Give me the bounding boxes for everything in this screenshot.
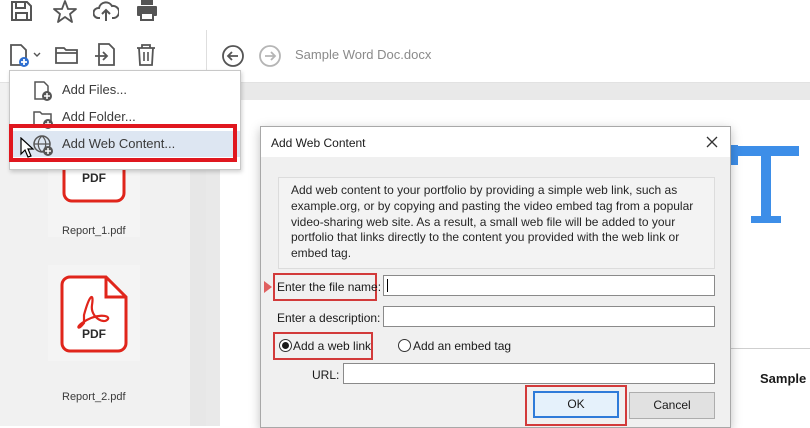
text-caret [387,279,388,292]
back-arrow-icon[interactable] [221,44,245,68]
doc-rule [725,348,810,349]
pdf-badge: PDF [82,327,106,341]
folder-icon[interactable] [53,41,81,69]
star-icon[interactable] [52,0,78,26]
document-title: Sample Word Doc.docx [295,47,432,62]
pointer-arrow-icon [264,281,272,293]
file-name-input[interactable] [383,275,715,296]
add-file-icon [32,80,54,102]
url-input[interactable] [343,363,715,384]
forward-arrow-icon[interactable] [258,44,282,68]
embed-tag-label[interactable]: Add an embed tag [413,339,511,353]
file-card[interactable]: PDF [48,265,140,361]
file-name: Report_2.pdf [62,391,126,403]
description-label: Enter a description: [277,311,381,325]
print-icon[interactable] [134,0,160,26]
save-icon[interactable] [8,0,34,26]
radio-selected-dot [282,342,289,349]
file-name: Report_1.pdf [62,225,126,237]
description-input[interactable] [383,306,715,327]
web-link-label[interactable]: Add a web link [293,339,371,353]
add-file-menu-icon[interactable] [8,41,42,69]
url-label: URL: [312,368,340,382]
menu-item-label: Add Files... [62,82,128,97]
file-name-label: Enter the file name: [277,280,382,294]
extract-icon[interactable] [92,41,120,69]
menu-item-add-files[interactable]: Add Files... [10,77,240,103]
dialog-description: Add web content to your portfolio by pro… [291,183,694,261]
highlight-box [9,124,237,162]
embed-tag-radio[interactable] [398,339,411,352]
add-web-content-dialog: Add Web Content Add web content to your … [260,126,731,428]
upload-icon[interactable] [93,0,119,26]
pdf-badge: PDF [82,171,106,185]
pdf-file-icon [60,275,128,353]
doc-heading-glyph [725,143,810,223]
top-toolbar [0,0,810,30]
dialog-description-box: Add web content to your portfolio by pro… [278,177,715,269]
close-icon[interactable] [703,133,721,151]
doc-heading-text: Sample [760,371,807,386]
menu-item-label: Add Folder... [62,109,136,124]
web-link-radio[interactable] [279,339,292,352]
dialog-titlebar: Add Web Content [261,127,730,157]
mouse-pointer-icon [20,137,36,159]
ok-button[interactable]: OK [533,391,619,418]
cancel-button[interactable]: Cancel [629,392,715,419]
trash-icon[interactable] [132,41,160,69]
dialog-title: Add Web Content [271,136,366,150]
